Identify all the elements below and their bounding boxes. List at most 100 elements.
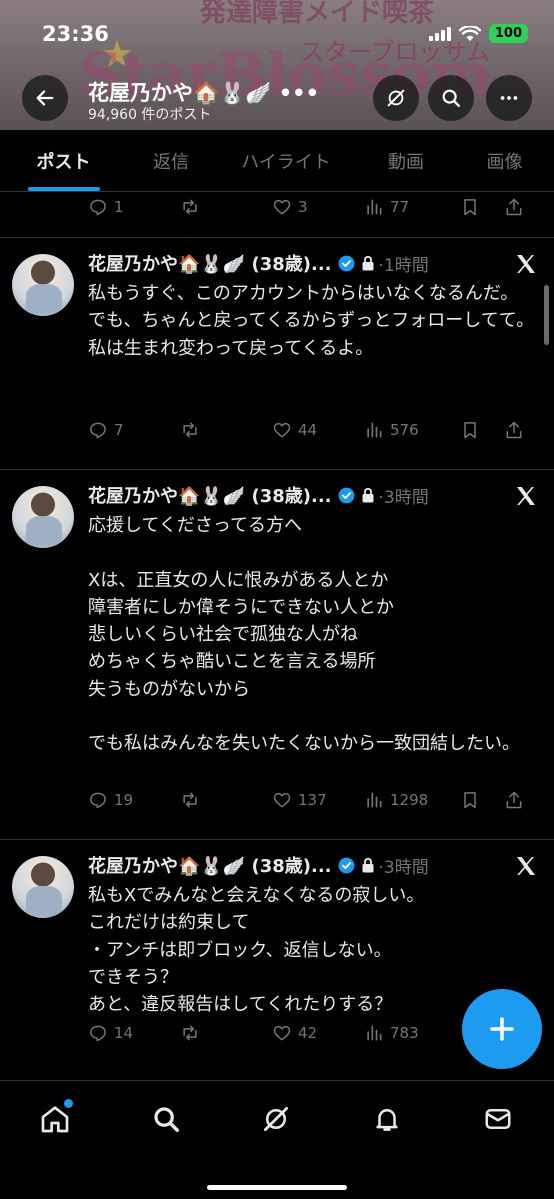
grok-icon: [264, 1107, 288, 1131]
reply-count: 14: [114, 1024, 134, 1042]
repost-icon: [183, 199, 197, 215]
like-icon: [273, 792, 291, 808]
author-name[interactable]: 花屋乃かや🏠🐰🪽 (38歳)...: [88, 250, 332, 276]
notification-dot: [64, 1099, 73, 1108]
search-icon: [442, 89, 460, 107]
views-button[interactable]: 576: [364, 420, 460, 440]
x-logo-icon: [517, 857, 535, 875]
like-count: 42: [298, 1024, 318, 1042]
post-text: 私もXでみんなと会えなくなるの寂しい。 これだけは約束して ・アンチは即ブロック…: [88, 885, 425, 1016]
view-count: 576: [390, 421, 419, 439]
reply-button[interactable]: 1: [88, 197, 180, 217]
repost-button[interactable]: [180, 420, 272, 440]
views-icon: [367, 1025, 382, 1041]
post-time[interactable]: ·1時間: [379, 251, 429, 276]
status-indicators: 100: [428, 24, 528, 43]
like-button[interactable]: 44: [272, 420, 364, 440]
search-button[interactable]: [428, 75, 474, 121]
banner-title: 発達障害メイド喫茶: [200, 0, 435, 28]
post-item[interactable]: 花屋乃かや🏠🐰🪽 (38歳)... ·3時間 応援してくださってる方へ Xは、正…: [0, 470, 554, 840]
tab-replies[interactable]: 返信: [127, 130, 215, 191]
status-time: 23:36: [42, 22, 109, 46]
post-item[interactable]: 花屋乃かや🏠🐰🪽 (38歳)... ·1時間 私もうすぐ、このアカウントからはい…: [0, 238, 554, 470]
compose-icon: [490, 1017, 514, 1041]
like-button[interactable]: 3: [272, 197, 364, 217]
avatar[interactable]: [12, 486, 74, 548]
nav-grok[interactable]: [256, 1099, 296, 1139]
like-icon: [273, 422, 291, 438]
battery-indicator: 100: [488, 24, 528, 43]
lock-icon: [362, 255, 374, 271]
share-button[interactable]: [504, 420, 524, 440]
post-time[interactable]: ·3時間: [379, 853, 429, 878]
like-count: 137: [298, 791, 327, 809]
x-logo-icon: [517, 255, 535, 273]
bookmark-button[interactable]: [460, 790, 504, 810]
signal-icon: [428, 26, 451, 41]
reply-button[interactable]: 14: [88, 1023, 180, 1043]
grok-button[interactable]: [373, 75, 419, 121]
post-header: 花屋乃かや🏠🐰🪽 (38歳)... ·3時間: [88, 852, 538, 878]
bookmark-button[interactable]: [460, 197, 504, 217]
nav-explore[interactable]: [146, 1099, 186, 1139]
like-button[interactable]: 137: [272, 790, 364, 810]
nav-notifications[interactable]: [367, 1099, 407, 1139]
share-icon: [506, 198, 522, 216]
repost-icon: [183, 1025, 197, 1041]
reply-icon: [90, 422, 106, 439]
bookmark-icon: [464, 792, 476, 809]
repost-button[interactable]: [180, 197, 272, 217]
scrollbar[interactable]: [544, 285, 549, 345]
nav-messages[interactable]: [478, 1099, 518, 1139]
share-button[interactable]: [504, 790, 524, 810]
more-button[interactable]: [486, 75, 532, 121]
share-icon: [506, 421, 522, 439]
views-button[interactable]: 77: [364, 197, 460, 217]
post-count: 94,960 件のポスト: [88, 107, 212, 123]
nav-home[interactable]: [35, 1099, 75, 1139]
post-header: 花屋乃かや🏠🐰🪽 (38歳)... ·1時間: [88, 250, 538, 276]
repost-button[interactable]: [180, 1023, 272, 1043]
views-icon: [367, 199, 382, 215]
action-row: 1 3 77: [88, 193, 540, 221]
action-row: 19 137 1298: [88, 786, 540, 814]
back-button[interactable]: [22, 75, 68, 121]
view-count: 783: [390, 1024, 419, 1042]
bookmark-icon: [464, 199, 476, 216]
reply-button[interactable]: 7: [88, 420, 180, 440]
reply-button[interactable]: 19: [88, 790, 180, 810]
repost-button[interactable]: [180, 790, 272, 810]
home-indicator: [207, 1185, 347, 1190]
mail-icon: [485, 1109, 511, 1129]
views-button[interactable]: 783: [364, 1023, 460, 1043]
tab-images[interactable]: 画像: [455, 130, 554, 191]
profile-tabs: ポスト 返信 ハイライト 動画 画像: [0, 130, 554, 192]
reply-icon: [90, 199, 106, 216]
verified-icon: [338, 255, 354, 271]
wifi-icon: [458, 25, 481, 41]
views-button[interactable]: 1298: [364, 790, 460, 810]
reply-icon: [90, 1025, 106, 1042]
avatar[interactable]: [12, 254, 74, 316]
verified-icon: [338, 857, 354, 873]
share-icon: [506, 791, 522, 809]
more-icon: [500, 96, 518, 100]
view-count: 1298: [390, 791, 429, 809]
compose-button[interactable]: [462, 989, 542, 1069]
tab-posts[interactable]: ポスト: [0, 130, 127, 191]
avatar[interactable]: [12, 856, 74, 918]
post-text: 私もうすぐ、このアカウントからはいなくなるんだ。 でも、ちゃんと戻ってくるからず…: [88, 283, 535, 359]
like-button[interactable]: 42: [272, 1023, 364, 1043]
author-name[interactable]: 花屋乃かや🏠🐰🪽 (38歳)...: [88, 482, 332, 508]
bookmark-button[interactable]: [460, 420, 504, 440]
repost-icon: [183, 792, 197, 808]
back-arrow-icon: [36, 90, 54, 106]
reply-count: 1: [114, 198, 124, 216]
tab-videos[interactable]: 動画: [357, 130, 455, 191]
bell-icon: [376, 1109, 398, 1131]
post-time[interactable]: ·3時間: [379, 483, 429, 508]
reply-icon: [90, 792, 106, 809]
author-name[interactable]: 花屋乃かや🏠🐰🪽 (38歳)...: [88, 852, 332, 878]
tab-highlights[interactable]: ハイライト: [215, 130, 357, 191]
share-button[interactable]: [504, 197, 524, 217]
